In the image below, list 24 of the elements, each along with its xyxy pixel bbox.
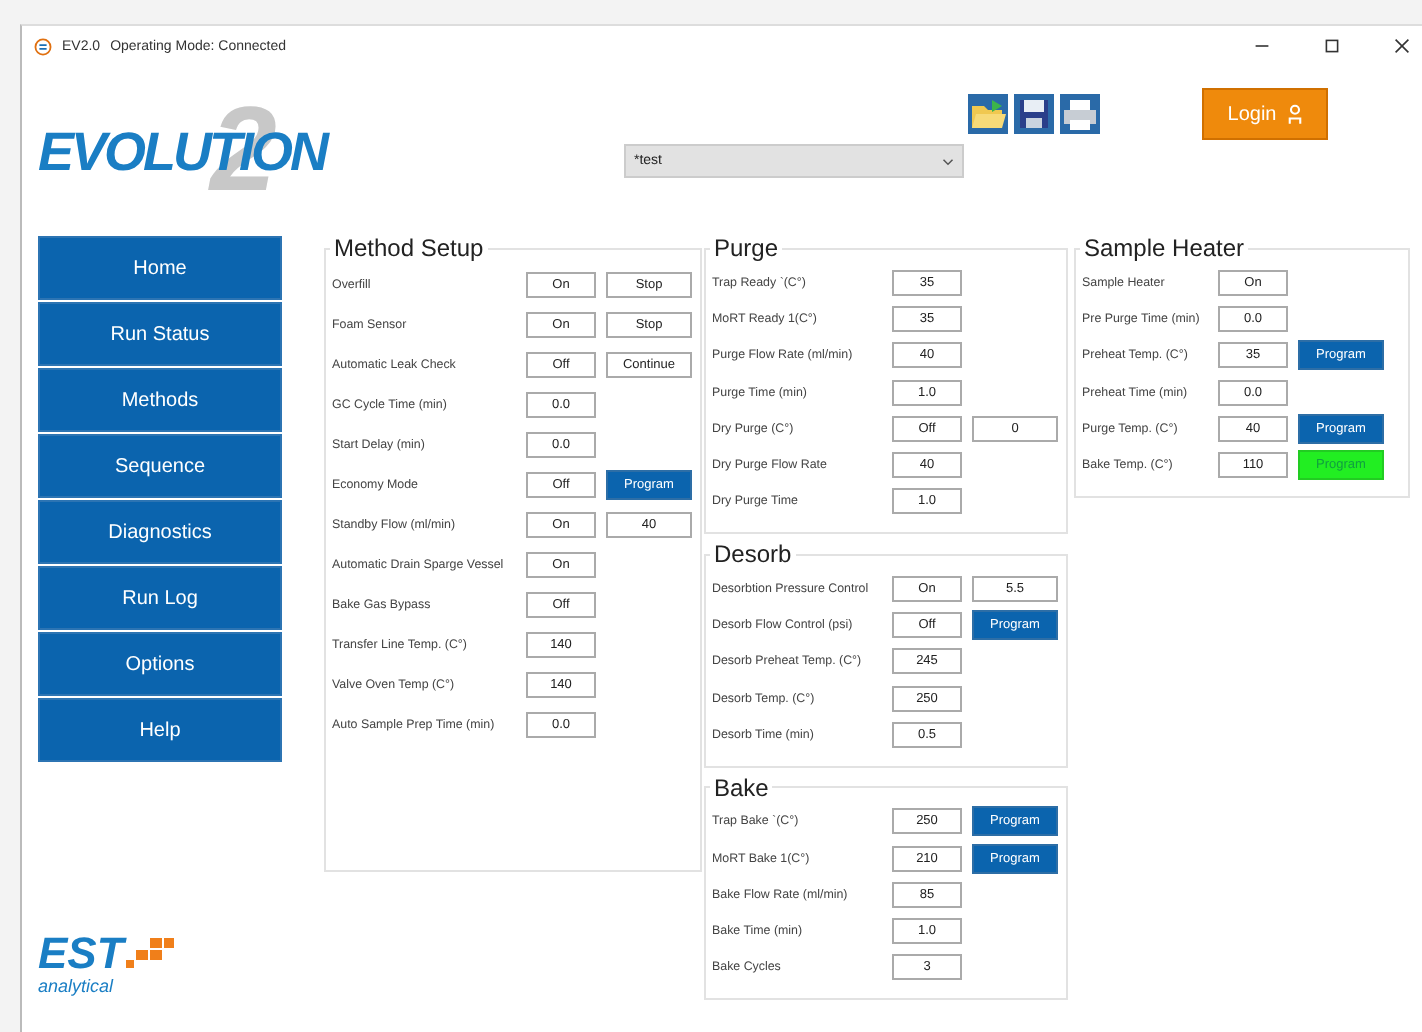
nav-button[interactable]: Run Status	[38, 302, 282, 366]
maximize-icon[interactable]	[1324, 38, 1340, 54]
nav-button[interactable]: Run Log	[38, 566, 282, 630]
brand-name: EST	[38, 932, 124, 976]
panel-title: Method Setup	[332, 236, 486, 260]
folder-icon[interactable]	[968, 94, 1008, 134]
chevron-icon	[942, 157, 954, 165]
panel-title: Desorb	[712, 542, 794, 567]
brand-subtitle: analytical	[38, 976, 116, 996]
nav-button[interactable]: Home	[38, 236, 282, 300]
squares-icon	[125, 938, 174, 970]
save-icon[interactable]	[1014, 94, 1054, 134]
person-icon	[1288, 103, 1303, 125]
printer-icon[interactable]	[1060, 94, 1100, 134]
nav-button[interactable]: Sequence	[38, 434, 282, 498]
panel-title: Purge	[712, 236, 781, 260]
nav-button[interactable]: Diagnostics	[38, 500, 282, 564]
panel-title: Bake	[712, 775, 771, 800]
app-icon	[34, 37, 52, 55]
nav-button[interactable]: Help	[38, 698, 282, 762]
close-icon[interactable]	[1394, 38, 1410, 54]
nav-button[interactable]: Options	[38, 632, 282, 696]
nav-button[interactable]: Methods	[38, 368, 282, 432]
panel-title: Sample Heater	[1082, 236, 1247, 260]
